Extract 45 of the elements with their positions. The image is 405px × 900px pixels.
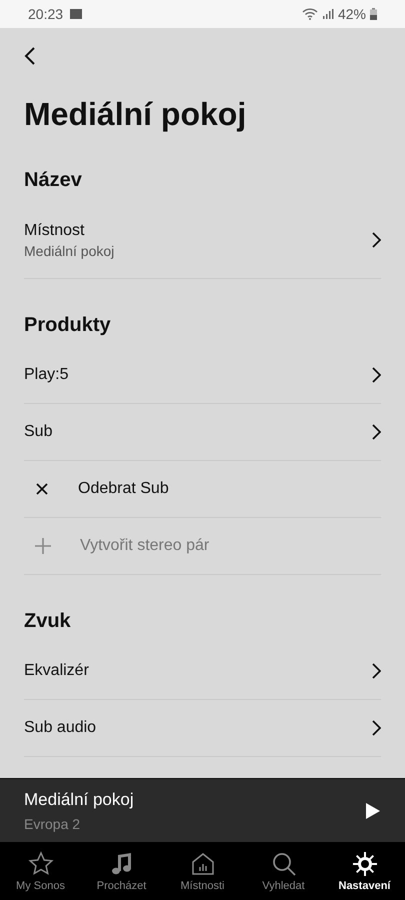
room-name: Mediální pokoj — [24, 790, 135, 810]
row-subtitle: Mediální pokoj — [24, 242, 116, 258]
page-title: Mediální pokoj — [24, 95, 248, 134]
signal-icon — [322, 9, 334, 19]
row-label: Místnost — [24, 222, 86, 240]
chevron-icon — [371, 232, 381, 248]
row-label: Sub audio — [24, 719, 98, 737]
tab[interactable]: Vyhledat — [243, 842, 324, 900]
section-heading: Název — [24, 168, 83, 193]
section-heading: Zvuk — [24, 609, 72, 634]
tab[interactable]: Nastavení — [324, 842, 405, 900]
tab[interactable]: Procházet — [81, 842, 162, 900]
settings-row[interactable]: Místnost Mediální pokoj — [24, 202, 381, 279]
notification-icon — [70, 9, 82, 19]
row-label: Sub — [24, 423, 54, 441]
wifi-icon — [302, 8, 318, 20]
chevron-icon — [371, 424, 381, 440]
status-time: 20:23 — [28, 6, 64, 22]
back-icon[interactable] — [24, 46, 36, 66]
tab[interactable]: My Sonos — [0, 842, 81, 900]
star-icon — [28, 850, 54, 876]
house-icon — [190, 850, 216, 876]
row-label: Ekvalizér — [24, 662, 90, 680]
settings-icon — [352, 850, 378, 876]
battery-icon — [370, 8, 377, 20]
settings-row[interactable]: Play:5 — [24, 347, 381, 404]
row-label: Play:5 — [24, 366, 70, 384]
search-icon — [270, 850, 296, 876]
close-icon — [34, 481, 50, 497]
chevron-icon — [371, 367, 381, 383]
tab[interactable]: Místnosti — [162, 842, 243, 900]
now-playing-bar[interactable]: Mediální pokoj Evropa 2 — [0, 778, 405, 842]
play-icon[interactable] — [365, 802, 381, 820]
chevron-icon — [371, 720, 381, 736]
section-heading: Produkty — [24, 313, 112, 338]
settings-row[interactable]: Sub — [24, 404, 381, 461]
row-label: Vytvořit stereo pár — [80, 537, 210, 555]
station-name: Evropa 2 — [24, 816, 82, 832]
settings-row[interactable]: Odebrat Sub — [24, 461, 381, 518]
battery-level: 42% — [338, 6, 366, 22]
plus-icon — [34, 537, 52, 555]
chevron-icon — [371, 663, 381, 679]
settings-row[interactable]: Ekvalizér — [24, 643, 381, 700]
settings-row[interactable]: Sub audio — [24, 700, 381, 757]
row-label: Odebrat Sub — [78, 480, 170, 498]
